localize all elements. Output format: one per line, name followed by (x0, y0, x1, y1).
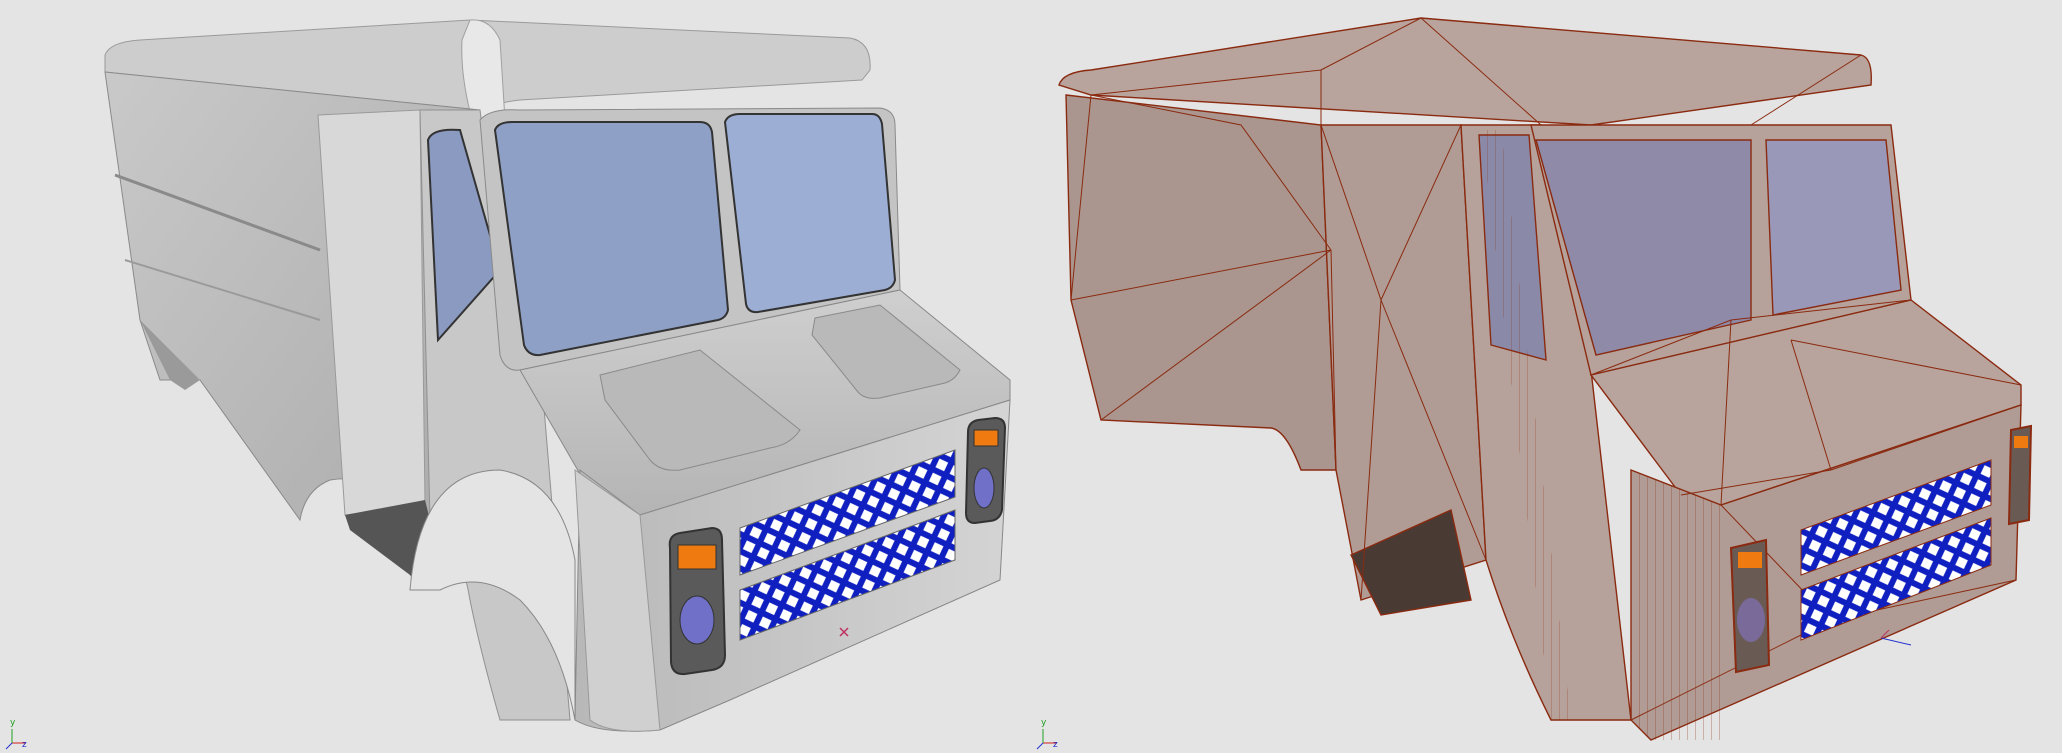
windshield-right-pane (723, 113, 897, 314)
shaded-truck-model[interactable] (0, 0, 1031, 753)
axis-triad-right: y z (1035, 719, 1063, 751)
mesh-headlight-left-unit (1729, 538, 1771, 674)
axis-y-label: y (10, 718, 16, 728)
axis-y-label: y (1041, 718, 1047, 728)
headlight-right-unit (964, 416, 1007, 525)
mesh-cargo-side (1065, 94, 1337, 471)
windshield-left-pane (493, 121, 730, 357)
headlight-left-unit (668, 526, 727, 676)
headlight-left (679, 595, 715, 645)
mesh-headlight-right-unit (2007, 424, 2033, 526)
indicator-light-left (677, 544, 717, 570)
axis-triad-left: y z (4, 719, 32, 751)
axis-z-label: z (1053, 740, 1058, 750)
axis-z-label: z (22, 740, 27, 750)
wireframe-truck-model[interactable] (1031, 0, 2062, 753)
shaded-viewport[interactable]: y z (0, 0, 1031, 753)
indicator-light-right (973, 429, 999, 447)
mesh-windshield-right (1765, 139, 1902, 316)
headlight-right (973, 467, 995, 509)
wireframe-viewport[interactable]: y z (1031, 0, 2062, 753)
